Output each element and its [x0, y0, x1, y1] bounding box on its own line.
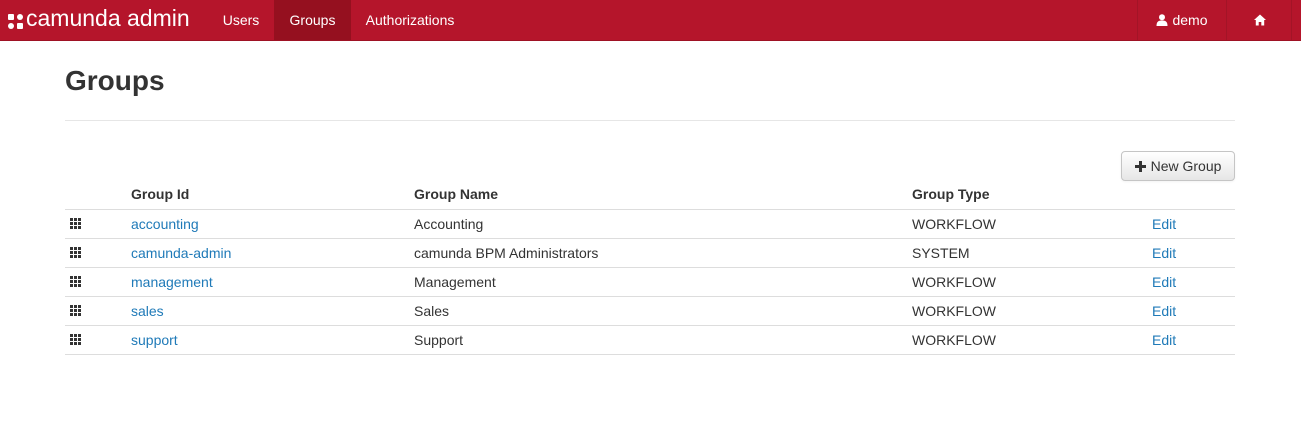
- nav-authorizations[interactable]: Authorizations: [351, 0, 469, 40]
- table-row: management Management WORKFLOW Edit: [65, 267, 1235, 297]
- group-type: SYSTEM: [912, 238, 1152, 268]
- new-group-label: New Group: [1150, 158, 1222, 174]
- new-group-button[interactable]: New Group: [1121, 151, 1235, 181]
- header-group-id: Group Id: [131, 180, 414, 210]
- group-id-link[interactable]: sales: [131, 303, 164, 319]
- group-id-link[interactable]: support: [131, 332, 178, 348]
- group-grid-icon: [70, 218, 81, 229]
- header-group-type: Group Type: [912, 180, 1152, 210]
- group-type: WORKFLOW: [912, 209, 1152, 239]
- table-row: sales Sales WORKFLOW Edit: [65, 296, 1235, 326]
- group-type: WORKFLOW: [912, 296, 1152, 326]
- group-id-link[interactable]: accounting: [131, 216, 199, 232]
- user-icon: [1156, 14, 1168, 26]
- group-grid-icon: [70, 276, 81, 287]
- group-name: Sales: [414, 296, 912, 326]
- group-name: Accounting: [414, 209, 912, 239]
- page-title: Groups: [65, 65, 165, 96]
- nav-groups[interactable]: Groups: [274, 0, 351, 40]
- edit-link[interactable]: Edit: [1152, 274, 1176, 290]
- group-grid-icon: [70, 247, 81, 258]
- group-name: camunda BPM Administrators: [414, 238, 912, 268]
- edit-link[interactable]: Edit: [1152, 245, 1176, 261]
- brand-title: camunda admin: [26, 5, 190, 31]
- nav-user-label: demo: [1172, 12, 1208, 28]
- edit-link[interactable]: Edit: [1152, 332, 1176, 348]
- group-id-link[interactable]: camunda-admin: [131, 245, 231, 261]
- table-row: accounting Accounting WORKFLOW Edit: [65, 209, 1235, 239]
- header-divider: [65, 120, 1235, 121]
- header-group-name: Group Name: [414, 180, 912, 210]
- brand-link[interactable]: camunda admin: [8, 0, 190, 41]
- nav-users[interactable]: Users: [209, 0, 273, 40]
- camunda-logo-icon: [8, 14, 23, 29]
- edit-link[interactable]: Edit: [1152, 216, 1176, 232]
- nav-home[interactable]: [1228, 0, 1292, 40]
- groups-table: Group Id Group Name Group Type accountin…: [65, 180, 1235, 355]
- plus-icon: [1134, 160, 1146, 172]
- header-icon-col: [65, 180, 131, 210]
- group-name: Support: [414, 325, 912, 355]
- header-actions: [1152, 180, 1235, 210]
- group-type: WORKFLOW: [912, 325, 1152, 355]
- table-row: support Support WORKFLOW Edit: [65, 325, 1235, 355]
- table-row: camunda-admin camunda BPM Administrators…: [65, 238, 1235, 268]
- group-name: Management: [414, 267, 912, 297]
- nav-user-menu[interactable]: demo: [1137, 0, 1227, 40]
- top-navbar: camunda admin Users Groups Authorization…: [0, 0, 1301, 41]
- group-type: WORKFLOW: [912, 267, 1152, 297]
- home-icon: [1253, 14, 1266, 26]
- edit-link[interactable]: Edit: [1152, 303, 1176, 319]
- group-grid-icon: [70, 305, 81, 316]
- table-header-row: Group Id Group Name Group Type: [65, 180, 1235, 210]
- group-grid-icon: [70, 334, 81, 345]
- group-id-link[interactable]: management: [131, 274, 213, 290]
